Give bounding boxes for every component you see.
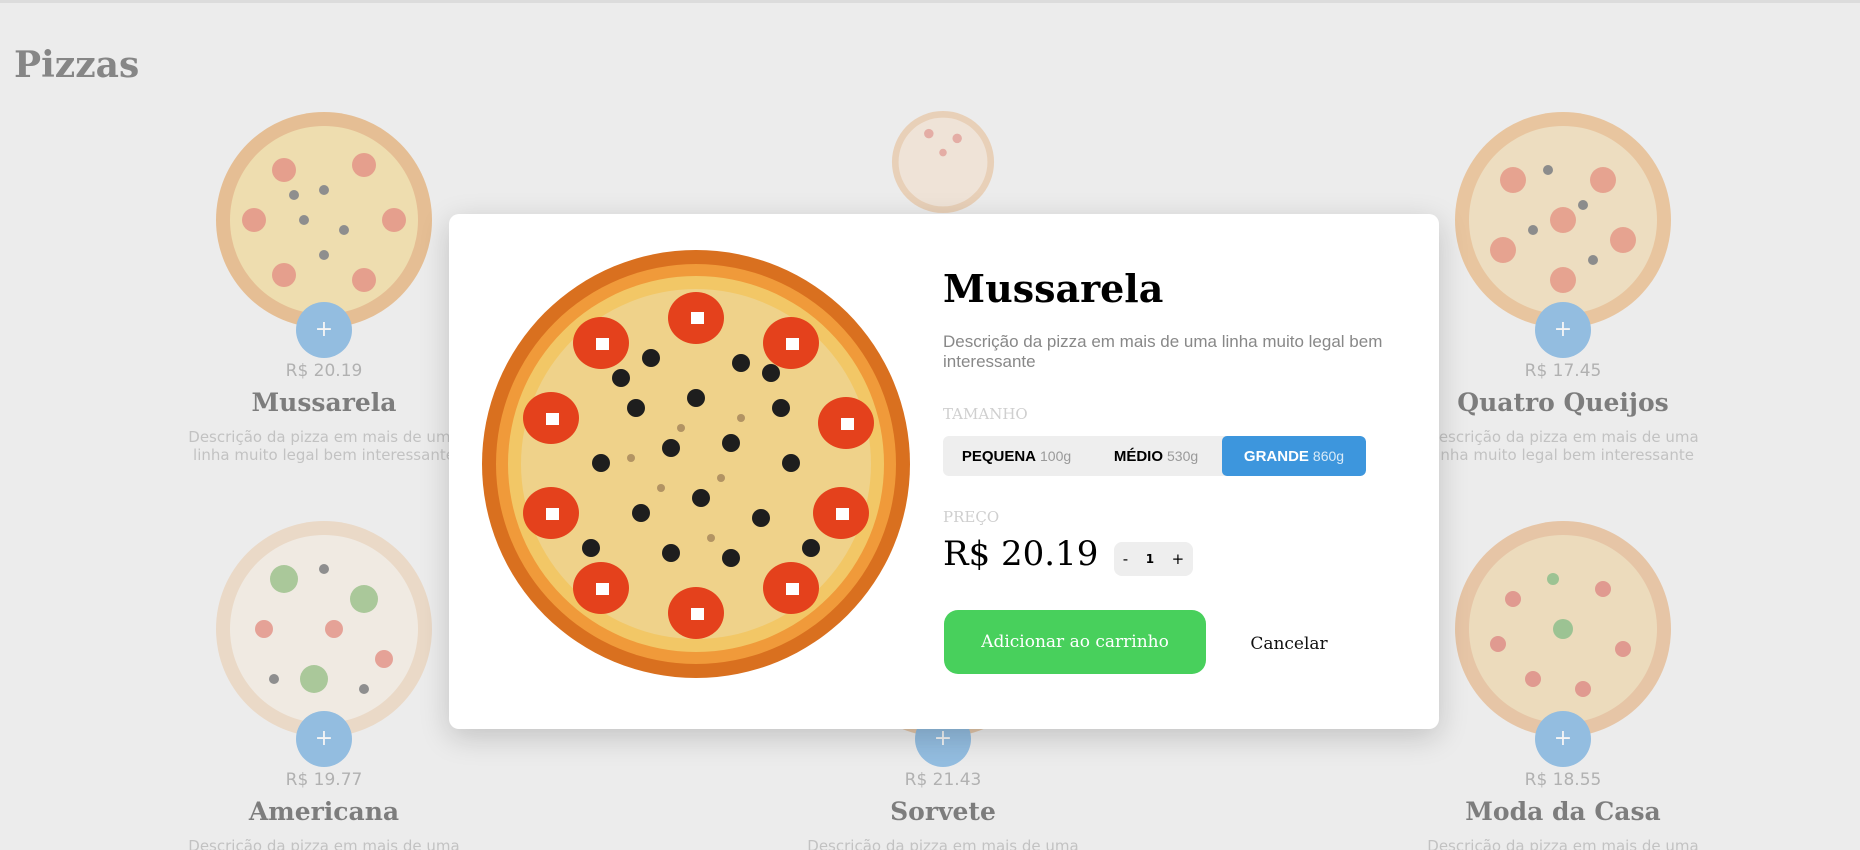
size-option-grande[interactable]: GRANDE 860g [1222, 436, 1366, 476]
modal-price: R$ 20.19 [943, 534, 1099, 574]
pizza-description: Descrição da pizza em mais de uma linha … [1427, 428, 1699, 464]
size-weight: 100g [1040, 448, 1072, 464]
pizza-image-large [482, 250, 910, 678]
size-option-medio[interactable]: MÉDIO 530g [1090, 436, 1222, 476]
pizza-image[interactable] [1453, 110, 1673, 330]
pizza-name: Quatro Queijos [1457, 388, 1669, 417]
pizza-price: R$ 19.77 [285, 770, 363, 790]
cancel-button[interactable]: Cancelar [1244, 630, 1334, 658]
pizza-image[interactable] [214, 110, 434, 330]
add-pizza-button[interactable]: + [296, 302, 352, 358]
pizza-description: Descrição da pizza em mais de uma [1427, 837, 1699, 850]
pizza-description: Descrição da pizza em mais de uma [807, 837, 1079, 850]
pizza-price: R$ 21.43 [904, 770, 982, 790]
quantity-decrease-button[interactable]: - [1123, 550, 1128, 568]
pizza-card[interactable] [793, 110, 1093, 230]
pizza-price: R$ 18.55 [1524, 770, 1602, 790]
pizza-description: Descrição da pizza em mais de uma linha … [188, 428, 460, 464]
size-label: TAMANHO [943, 405, 1028, 423]
pizza-modal: Mussarela Descrição da pizza em mais de … [449, 214, 1439, 729]
pizza-description: Descrição da pizza em mais de uma [188, 837, 460, 850]
pizza-name: Mussarela [251, 388, 397, 417]
modal-description: Descrição da pizza em mais de uma linha … [943, 332, 1383, 371]
size-weight: 860g [1312, 448, 1345, 464]
quantity-stepper: - 1 + [1114, 542, 1193, 576]
add-to-cart-button[interactable]: Adicionar ao carrinho [944, 610, 1206, 674]
pizza-card[interactable]: + R$ 17.45 Quatro Queijos Descrição da p… [1413, 110, 1713, 470]
pizza-image[interactable] [833, 110, 1053, 214]
pizza-image[interactable] [1453, 519, 1673, 739]
quantity-increase-button[interactable]: + [1172, 550, 1185, 568]
pizza-card[interactable]: + R$ 19.77 Americana Descrição da pizza … [174, 519, 474, 850]
size-name: PEQUENA [961, 447, 1037, 465]
quantity-value: 1 [1145, 552, 1155, 566]
modal-title: Mussarela [943, 266, 1164, 311]
add-pizza-button[interactable]: + [296, 711, 352, 767]
price-label: PREÇO [943, 508, 1000, 526]
pizza-card[interactable]: + R$ 18.55 Moda da Casa Descrição da piz… [1413, 519, 1713, 850]
pizza-image[interactable] [214, 519, 434, 739]
pizza-name: Moda da Casa [1465, 797, 1661, 826]
pizza-name: Sorvete [890, 797, 996, 826]
pizza-card[interactable]: + R$ 20.19 Mussarela Descrição da pizza … [174, 110, 474, 470]
size-option-pequena[interactable]: PEQUENA 100g [943, 436, 1090, 476]
pizza-price: R$ 17.45 [1524, 361, 1602, 381]
add-pizza-button[interactable]: + [1535, 302, 1591, 358]
pizza-price: R$ 20.19 [285, 361, 363, 381]
size-name: MÉDIO [1113, 447, 1163, 465]
size-name: GRANDE [1243, 447, 1309, 465]
add-pizza-button[interactable]: + [1535, 711, 1591, 767]
size-weight: 530g [1167, 448, 1199, 464]
page-title: Pizzas [14, 44, 140, 86]
pizza-name: Americana [248, 797, 400, 826]
size-selector: PEQUENA 100g MÉDIO 530g GRANDE 860g [943, 436, 1366, 476]
